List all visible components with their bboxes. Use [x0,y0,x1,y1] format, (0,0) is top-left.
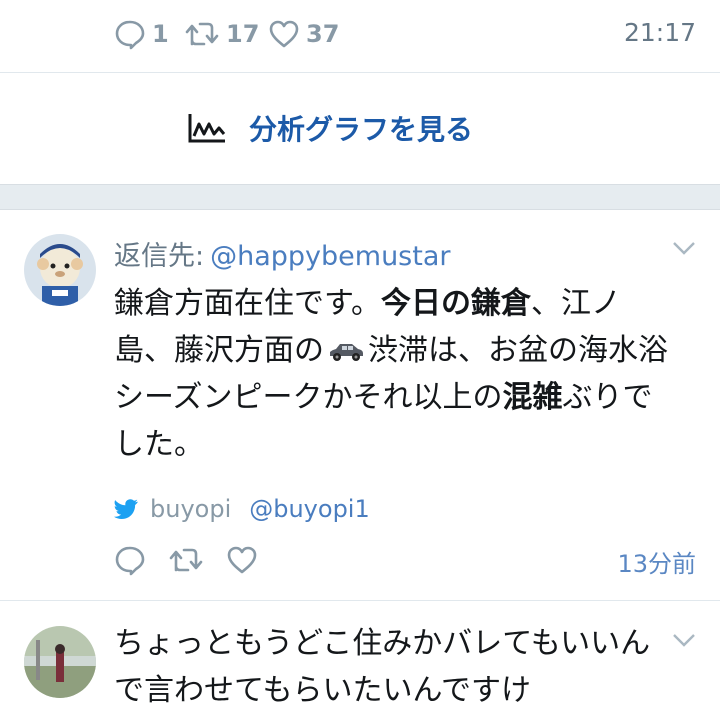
tweet-source[interactable]: buyopi @buyopi1 [114,495,370,523]
reply-to-line: 返信先: @happybemustar [114,234,451,273]
chevron-down-icon [673,242,695,255]
tweet-menu-chevron[interactable] [672,240,696,259]
view-analytics-row[interactable]: 分析グラフを見る [0,73,720,183]
like-action[interactable]: 37 [268,18,339,50]
analytics-chart-icon [188,114,226,143]
tweet-time: 13分前 [617,550,696,578]
section-separator [0,184,720,210]
heart-icon [269,20,299,48]
avatar[interactable] [24,234,96,306]
reply-icon [115,20,145,50]
view-analytics-link[interactable]: 分析グラフを見る [187,108,473,148]
retweet-icon [185,22,219,46]
source-handle[interactable]: @buyopi1 [249,495,370,523]
tweet-text-part: 鎌倉方面在住です。 [114,286,381,321]
tweet-text: ちょっともうどこ住みかバレてもいいんで言わせてもらいたいんですけ [114,626,651,708]
retweet-count: 17 [226,20,260,48]
tweet-menu-chevron[interactable] [672,632,696,651]
reply-tweet[interactable]: 返信先: @happybemustar 鎌倉方面在住です。今日の鎌倉、江ノ島、藤沢… [0,210,720,601]
view-analytics-label: 分析グラフを見る [248,113,473,146]
tweet-text-bold: 混雑 [502,380,563,415]
reply-to-label: 返信先: [114,241,205,272]
previous-tweet-action-bar: 1 17 37 21:17 [0,0,720,73]
chevron-down-icon [673,634,695,647]
twitter-bird-icon [114,499,138,519]
reply-tweet[interactable]: ちょっともうどこ住みかバレてもいいんで言わせてもらいたいんですけ [0,602,720,720]
reply-to-handle[interactable]: @happybemustar [210,241,450,272]
retweet-action[interactable]: 17 [184,18,259,50]
tweet-text: 鎌倉方面在住です。今日の鎌倉、江ノ島、藤沢方面の 渋滞は、お盆の海水浴シーズンピー… [114,280,674,468]
reply-action[interactable]: 1 [114,18,169,50]
tweet-time: 21:17 [623,18,696,47]
source-display-name: buyopi [150,495,232,523]
reply-count: 1 [152,20,169,48]
tweet-text-bold: 今日の鎌倉 [381,286,531,321]
tweet-actions [114,544,280,576]
avatar[interactable] [24,626,96,698]
heart-icon[interactable] [226,544,258,576]
retweet-icon[interactable] [168,544,204,576]
reply-icon[interactable] [114,544,146,576]
like-count: 37 [306,20,340,48]
car-emoji-icon [330,343,363,361]
